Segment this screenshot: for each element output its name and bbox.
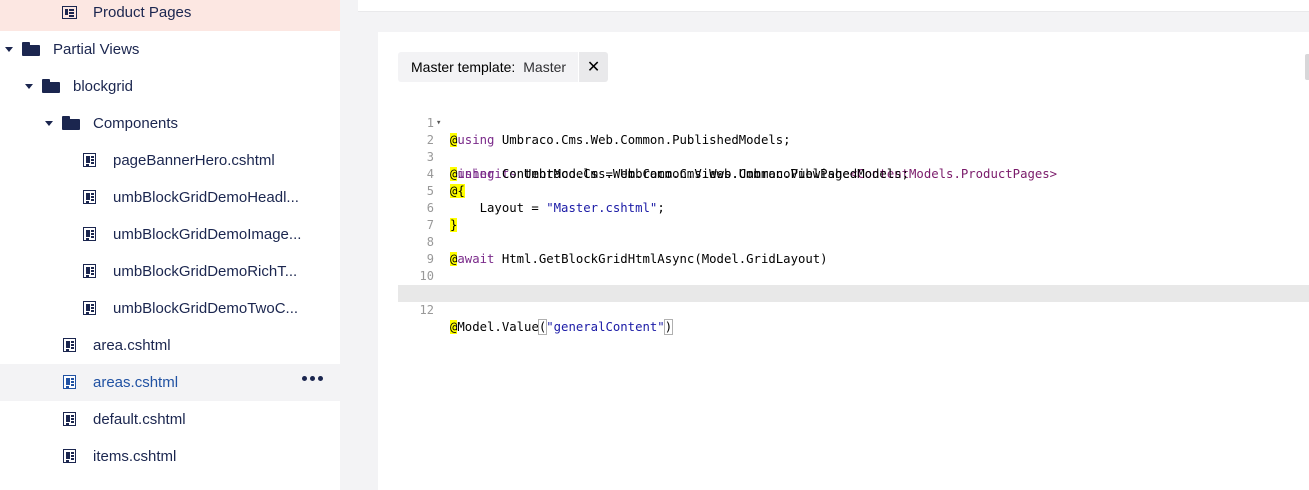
tree-item-label: pageBannerHero.cshtml xyxy=(113,152,275,169)
close-icon[interactable]: ✕ xyxy=(578,52,609,82)
master-template-label: Master template: xyxy=(411,59,516,75)
ellipsis-icon[interactable] xyxy=(302,376,323,381)
tree-item-label: umbBlockGridDemoRichT... xyxy=(113,263,298,280)
folder-icon xyxy=(22,42,40,56)
file-icon xyxy=(83,227,96,241)
tree-item-umbblockgriddemotwocolumn[interactable]: umbBlockGridDemoTwoC... xyxy=(0,290,340,327)
file-icon xyxy=(63,412,76,426)
tree-item-label: Product Pages xyxy=(93,4,192,21)
tree-item-label: Components xyxy=(93,115,179,132)
code-line: 11 xyxy=(398,268,1309,300)
line-number: 12 xyxy=(419,303,434,317)
file-icon xyxy=(63,449,76,463)
file-icon xyxy=(83,264,96,278)
file-icon xyxy=(83,301,96,315)
tree-sidebar: Product Pages Partial Views blockgrid Co… xyxy=(0,0,340,490)
code-line: 10 @await Html.GetBlockGridHtmlAsync(Mod… xyxy=(398,251,1309,300)
tree-item-pagebannerhero[interactable]: pageBannerHero.cshtml xyxy=(0,142,340,179)
tree-item-default[interactable]: default.cshtml xyxy=(0,401,340,438)
list-icon xyxy=(62,6,77,19)
code-editor[interactable]: 1 @using Umbraco.Cms.Web.Common.Publishe… xyxy=(398,98,1309,335)
master-template-chip[interactable]: Master template: Master ✕ xyxy=(398,52,609,82)
tree-item-label: umbBlockGridDemoHeadl... xyxy=(113,189,299,206)
tree-item-label: items.cshtml xyxy=(93,448,177,465)
tree-item-label: Partial Views xyxy=(53,41,140,58)
tree-item-partial-views[interactable]: Partial Views xyxy=(0,31,340,68)
code-line: 7 xyxy=(398,200,1309,232)
tree-item-label: umbBlockGridDemoImage... xyxy=(113,226,302,243)
tree-item-umbblockgriddemoheadline[interactable]: umbBlockGridDemoHeadl... xyxy=(0,179,340,216)
file-icon xyxy=(63,338,76,352)
sidebar-resize-gutter[interactable] xyxy=(340,0,358,490)
file-icon xyxy=(83,153,96,167)
code-line: 1 @using Umbraco.Cms.Web.Common.Publishe… xyxy=(398,98,1309,147)
editor-header-strip xyxy=(358,0,1309,12)
chevron-down-icon[interactable] xyxy=(24,81,34,91)
chevron-down-icon[interactable] xyxy=(4,44,14,54)
tree-item-label: areas.cshtml xyxy=(93,374,179,391)
scrollbar-thumb[interactable] xyxy=(1305,54,1309,80)
tree-item-components[interactable]: Components xyxy=(0,105,340,142)
folder-icon xyxy=(62,116,80,130)
tree-item-items[interactable]: items.cshtml xyxy=(0,438,340,475)
code-line: 2 ▾ @inherits Umbraco.Cms.Web.Common.Vie… xyxy=(398,115,1309,181)
code-text: @Model.Value("generalContent") xyxy=(450,319,674,335)
fold-arrow-icon[interactable]: ▾ xyxy=(436,115,441,132)
file-icon xyxy=(63,375,76,389)
master-template-picker[interactable]: Master template: Master xyxy=(398,52,579,82)
tree-item-area[interactable]: area.cshtml xyxy=(0,327,340,364)
tree-item-label: blockgrid xyxy=(73,78,134,95)
tree-item-blockgrid[interactable]: blockgrid xyxy=(0,68,340,105)
tree-item-label: default.cshtml xyxy=(93,411,186,428)
code-line: 4 @{ xyxy=(398,149,1309,198)
tree-item-product-pages[interactable]: Product Pages xyxy=(0,0,340,31)
tree-item-umbblockgriddemoimage[interactable]: umbBlockGridDemoImage... xyxy=(0,216,340,253)
folder-icon xyxy=(42,79,60,93)
code-line-active: 12 @Model.Value("generalContent") xyxy=(398,285,1309,335)
master-template-value: Master xyxy=(523,59,567,75)
tree-item-label: area.cshtml xyxy=(93,337,171,354)
chevron-down-icon[interactable] xyxy=(44,118,54,128)
code-line: 5 Layout = "Master.cshtml"; xyxy=(398,166,1309,215)
code-line: 6 } xyxy=(398,183,1309,232)
code-line: 8 @await Html.GetBlockGridHtmlAsync(Mode… xyxy=(398,217,1309,266)
tree-item-umbblockgriddemorichtext[interactable]: umbBlockGridDemoRichT... xyxy=(0,253,340,290)
code-line: 3 @using ContentModels = Umbraco.Cms.Web… xyxy=(398,132,1309,181)
tree-item-areas[interactable]: areas.cshtml xyxy=(0,364,340,401)
code-line: 9 xyxy=(398,234,1309,266)
tree-item-label: umbBlockGridDemoTwoC... xyxy=(113,300,299,317)
file-icon xyxy=(83,190,96,204)
